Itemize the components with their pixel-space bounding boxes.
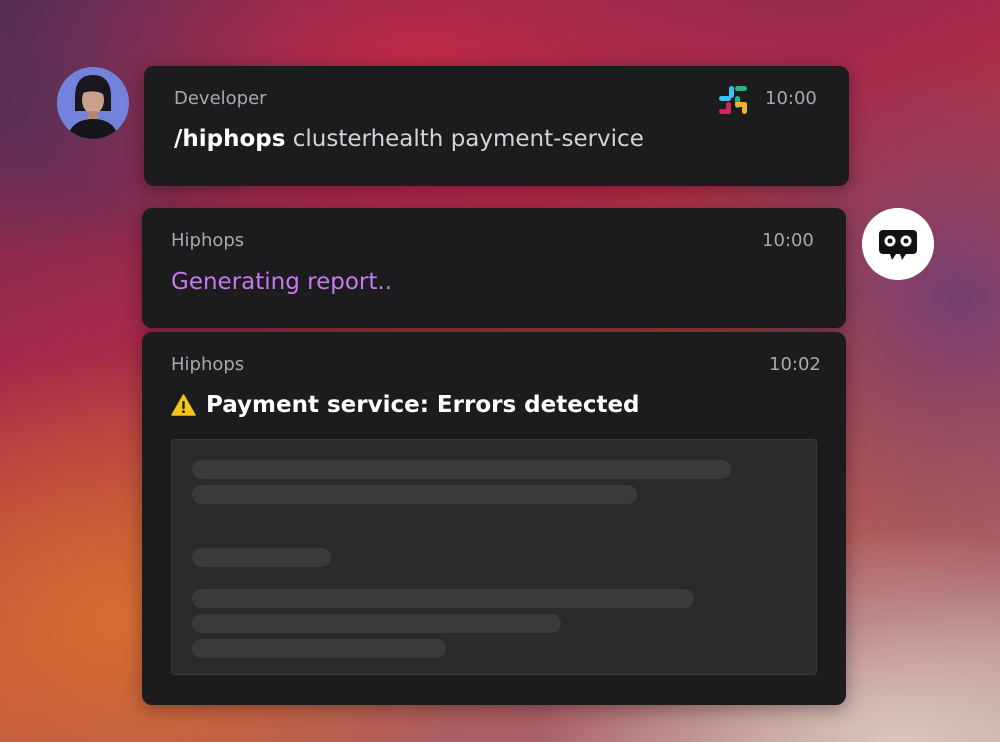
message-sender: Developer	[174, 88, 267, 109]
skeleton-line	[192, 548, 331, 567]
person-avatar-icon	[57, 67, 129, 139]
alert-title: Payment service: Errors detected	[171, 392, 640, 418]
message-sender: Hiphops	[171, 354, 245, 375]
bot-avatar[interactable]	[862, 208, 934, 280]
alert-text: Payment service: Errors detected	[206, 392, 640, 418]
status-text: Generating report..	[171, 269, 393, 295]
message-time: 10:02	[769, 354, 821, 375]
developer-message-card: Developer 10:00 /hiphops clusterhealth p…	[144, 66, 849, 186]
warning-icon	[171, 394, 196, 416]
command-text: /hiphops clusterhealth payment-service	[174, 126, 644, 152]
skeleton-line	[192, 460, 731, 479]
skeleton-line	[192, 589, 694, 608]
report-placeholder	[171, 439, 817, 675]
skeleton-line	[192, 614, 561, 633]
command-name: /hiphops	[174, 126, 286, 152]
bot-status-card: Hiphops 10:00 Generating report..	[142, 208, 846, 328]
message-time: 10:00	[765, 88, 817, 109]
developer-avatar[interactable]	[57, 67, 129, 139]
message-time: 10:00	[762, 230, 814, 251]
message-sender: Hiphops	[171, 230, 245, 251]
skeleton-line	[192, 639, 446, 658]
command-args: clusterhealth payment-service	[292, 126, 644, 152]
hiphops-bot-icon	[862, 208, 934, 280]
bot-alert-card: Hiphops 10:02 Payment service: Errors de…	[142, 332, 846, 705]
slack-icon	[719, 86, 747, 114]
skeleton-line	[192, 485, 637, 504]
